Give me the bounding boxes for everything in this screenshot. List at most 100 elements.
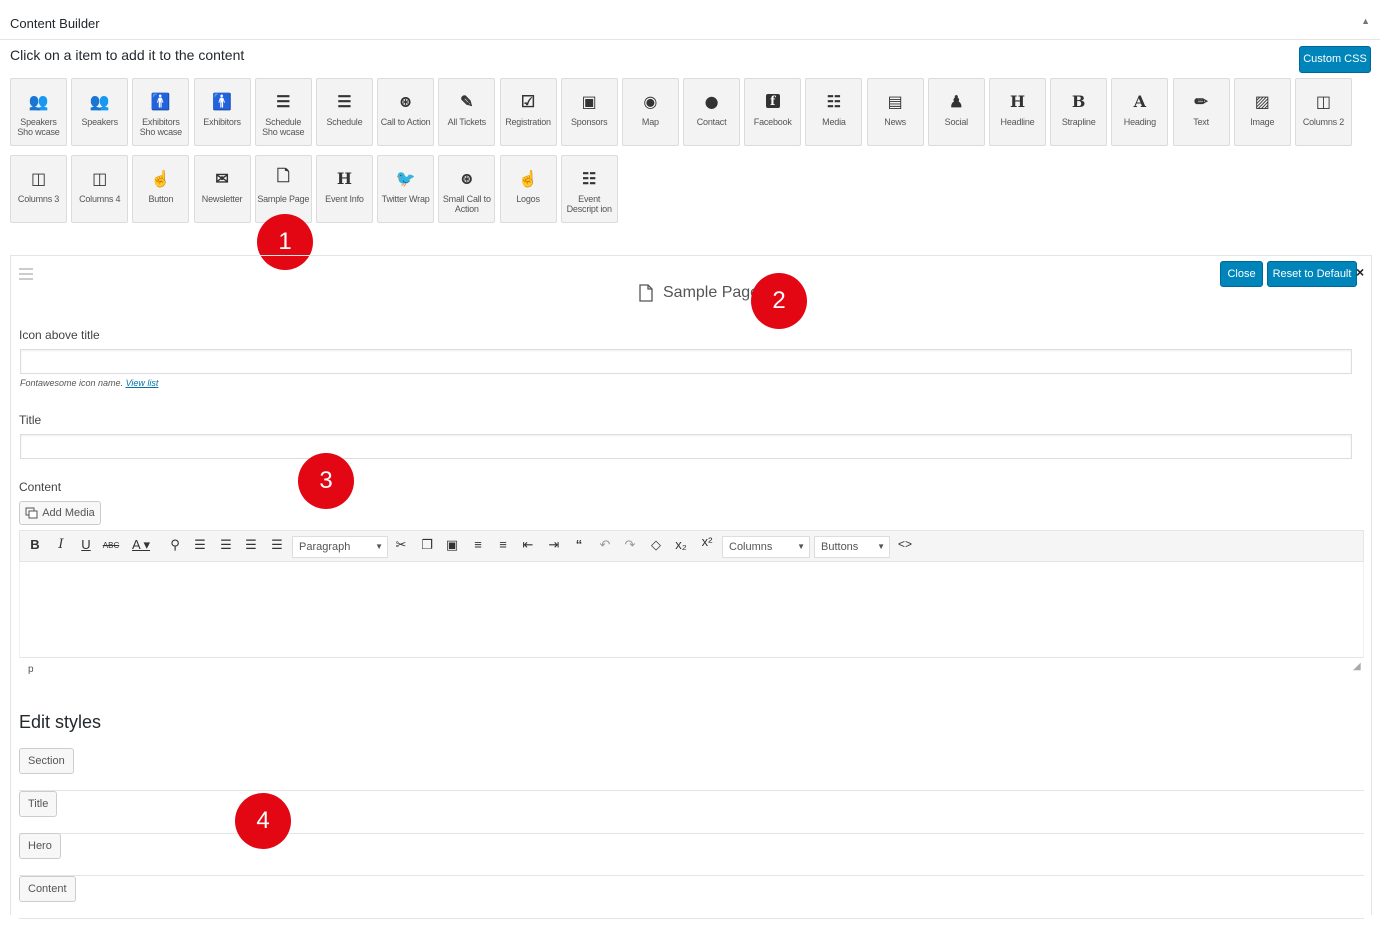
element-tile-news[interactable]: ▤ News bbox=[866, 78, 924, 146]
align-center-icon[interactable]: ☰ bbox=[217, 537, 235, 553]
link-icon[interactable]: ⚲ bbox=[166, 537, 184, 553]
underline-icon[interactable]: U bbox=[77, 537, 95, 552]
element-tile-label: Strapline bbox=[1061, 117, 1096, 127]
format-select[interactable]: Paragraph ▼ bbox=[292, 536, 388, 558]
element-tile-image[interactable]: ▨ Image bbox=[1233, 78, 1291, 146]
server-icon: ☰ bbox=[276, 91, 291, 111]
element-tile-schedule[interactable]: ☰ Schedule bbox=[315, 78, 373, 146]
collapse-toggle-icon[interactable]: ▲ bbox=[1361, 16, 1370, 26]
reset-to-default-button[interactable]: Reset to Default bbox=[1267, 261, 1357, 287]
element-tile-heading[interactable]: A Heading bbox=[1111, 78, 1169, 146]
element-tile-all-tickets[interactable]: ✎ All Tickets bbox=[438, 78, 496, 146]
element-tile-call-to-action[interactable]: ⊛ Call to Action bbox=[377, 78, 435, 146]
element-tile-columns-4[interactable]: ◫ Columns 4 bbox=[71, 155, 129, 223]
redo-icon[interactable]: ↷ bbox=[621, 537, 639, 553]
element-tile-label: Exhibitors Sho wcase bbox=[139, 117, 182, 137]
element-tile-strapline[interactable]: B Strapline bbox=[1050, 78, 1108, 146]
element-tile-sponsors[interactable]: ▣ Sponsors bbox=[560, 78, 618, 146]
element-tile-label: Logos bbox=[516, 194, 540, 204]
bold-icon[interactable]: B bbox=[26, 537, 44, 552]
element-tile-map[interactable]: ◉ Map bbox=[621, 78, 679, 146]
element-tile-contact[interactable]: ● Contact bbox=[683, 78, 741, 146]
undo-icon[interactable]: ↶ bbox=[596, 537, 614, 553]
strikethrough-icon[interactable]: ABC bbox=[102, 541, 120, 550]
element-tile-text[interactable]: ✏ Text bbox=[1172, 78, 1230, 146]
section-style-button[interactable]: Section bbox=[19, 748, 74, 774]
copy-icon[interactable]: ❐ bbox=[418, 537, 436, 553]
element-tile-twitter-wrap[interactable]: 🐦 Twitter Wrap bbox=[377, 155, 435, 223]
view-list-link[interactable]: View list bbox=[126, 378, 159, 388]
blockquote-icon[interactable]: “ bbox=[570, 537, 588, 552]
element-tile-media[interactable]: ☷ Media bbox=[805, 78, 863, 146]
subscript-icon[interactable]: x₂ bbox=[672, 537, 690, 552]
add-media-button[interactable]: Add Media bbox=[19, 501, 101, 525]
columns-select[interactable]: Columns ▼ bbox=[722, 536, 810, 558]
element-tile-schedule-sho-wcase[interactable]: ☰ Schedule Sho wcase bbox=[254, 78, 312, 146]
element-tile-social[interactable]: ♟ Social bbox=[927, 78, 985, 146]
element-tile-logos[interactable]: ☝ Logos bbox=[499, 155, 557, 223]
source-code-icon[interactable]: <> bbox=[896, 537, 914, 551]
element-tile-event-info[interactable]: H Event Info bbox=[315, 155, 373, 223]
columns-icon: ◫ bbox=[30, 168, 47, 188]
content-style-button[interactable]: Content bbox=[19, 876, 76, 902]
hero-style-button[interactable]: Hero bbox=[19, 833, 61, 859]
text-color-icon[interactable]: A ▾ bbox=[128, 537, 154, 553]
outdent-icon[interactable]: ⇤ bbox=[519, 537, 537, 553]
element-tiles-row-1: 👥 Speakers Sho wcase 👥 Speakers 🚹 Exhibitors … bbox=[10, 78, 1356, 146]
element-tile-label: Twitter Wrap bbox=[381, 194, 430, 204]
element-tile-exhibitors-sho-wcase[interactable]: 🚹 Exhibitors Sho wcase bbox=[132, 78, 190, 146]
users-icon: 👥 bbox=[28, 91, 49, 111]
element-tile-label: Registration bbox=[505, 117, 551, 127]
pencil-icon: ✏ bbox=[1194, 91, 1208, 111]
numbered-list-icon[interactable]: ≡ bbox=[494, 537, 512, 552]
element-tile-columns-2[interactable]: ◫ Columns 2 bbox=[1294, 78, 1352, 146]
element-tile-label: Speakers bbox=[81, 117, 118, 127]
user-plus-icon: ♟ bbox=[949, 91, 964, 111]
element-tile-label: Map bbox=[641, 117, 659, 127]
close-button[interactable]: Close bbox=[1220, 261, 1263, 287]
step-marker-4: 4 bbox=[235, 793, 291, 849]
element-tile-newsletter[interactable]: ✉ Newsletter bbox=[193, 155, 251, 223]
bullet-list-icon[interactable]: ≡ bbox=[469, 537, 487, 552]
element-tile-small-call-to-action[interactable]: ⊛ Small Call to Action bbox=[438, 155, 496, 223]
element-tile-label: Contact bbox=[696, 117, 727, 127]
buttons-select[interactable]: Buttons ▼ bbox=[814, 536, 890, 558]
element-tile-headline[interactable]: H Headline bbox=[989, 78, 1046, 146]
icon-help-text: Fontawesome icon name. View list bbox=[20, 378, 159, 388]
align-left-icon[interactable]: ☰ bbox=[191, 537, 209, 553]
italic-icon[interactable]: I bbox=[52, 537, 70, 552]
align-right-icon[interactable]: ☰ bbox=[242, 537, 260, 553]
element-tile-facebook[interactable]: f Facebook bbox=[744, 78, 802, 146]
element-tile-sample-page[interactable]: 🗋 Sample Page bbox=[254, 155, 312, 223]
element-tile-button[interactable]: ☝ Button bbox=[132, 155, 190, 223]
editor-title-text: Sample Page bbox=[663, 284, 760, 301]
icon-above-title-input[interactable] bbox=[20, 349, 1352, 374]
justify-icon[interactable]: ☰ bbox=[268, 537, 286, 553]
style-row-title: Title bbox=[19, 791, 1364, 834]
dot-circle-icon: ◉ bbox=[643, 91, 658, 111]
list-icon: ☷ bbox=[582, 168, 597, 188]
element-tile-registration[interactable]: ☑ Registration bbox=[499, 78, 557, 146]
element-tile-speakers[interactable]: 👥 Speakers bbox=[71, 78, 129, 146]
resize-handle-icon[interactable]: ◢ bbox=[1353, 661, 1361, 672]
content-builder-header: Content Builder ▲ bbox=[0, 0, 1380, 40]
title-input[interactable] bbox=[20, 434, 1352, 459]
content-editor-area[interactable] bbox=[19, 562, 1364, 658]
indent-icon[interactable]: ⇥ bbox=[545, 537, 563, 553]
element-tile-speakers-sho-wcase[interactable]: 👥 Speakers Sho wcase bbox=[10, 78, 67, 146]
element-tile-label: Headline bbox=[1000, 117, 1035, 127]
element-tile-exhibitors[interactable]: 🚹 Exhibitors bbox=[193, 78, 251, 146]
edit-styles-heading: Edit styles bbox=[19, 712, 102, 732]
facebook-icon: f bbox=[765, 94, 780, 108]
drag-handle-icon[interactable] bbox=[19, 268, 33, 283]
custom-css-button[interactable]: Custom CSS bbox=[1299, 46, 1371, 73]
title-style-button[interactable]: Title bbox=[19, 791, 58, 817]
close-icon[interactable]: × bbox=[1356, 264, 1364, 280]
element-tile-columns-3[interactable]: ◫ Columns 3 bbox=[10, 155, 67, 223]
element-tile-label: Columns 2 bbox=[1302, 117, 1345, 127]
cut-icon[interactable]: ✂ bbox=[392, 537, 410, 553]
element-tile-event-descript-ion[interactable]: ☷ Event Descript ion bbox=[560, 155, 618, 223]
clear-formatting-icon[interactable]: ◇ bbox=[647, 537, 665, 553]
paste-icon[interactable]: ▣ bbox=[443, 537, 461, 553]
superscript-icon[interactable]: x² bbox=[698, 534, 716, 549]
